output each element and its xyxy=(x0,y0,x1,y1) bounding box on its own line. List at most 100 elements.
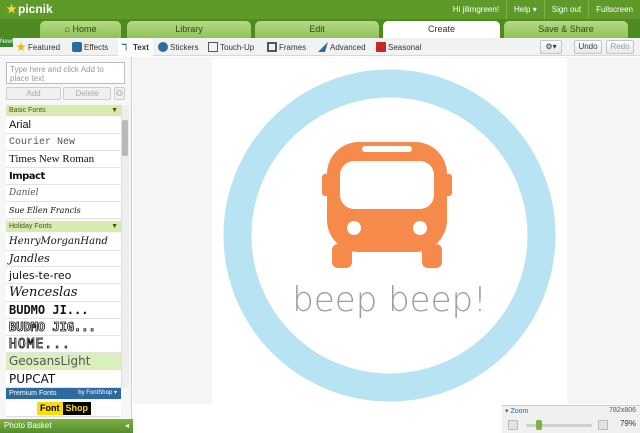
advanced-icon xyxy=(318,42,328,52)
font-item-daniel[interactable]: Daniel xyxy=(6,185,121,202)
font-item-pupcat[interactable]: PUPCAT xyxy=(6,370,121,388)
font-item-jules[interactable]: jules-te-reo xyxy=(6,267,121,284)
fontshop-logo-left: Font xyxy=(37,402,63,415)
font-item-jandles[interactable]: Jandles xyxy=(6,251,121,267)
font-item-arial[interactable]: Arial xyxy=(6,117,121,134)
font-list-scroll-thumb[interactable] xyxy=(122,120,128,156)
tab-save-share-label: Save & Share xyxy=(538,24,594,34)
logo-star-icon xyxy=(6,3,17,14)
delete-text-button[interactable]: Delete xyxy=(63,87,111,100)
picnik-app: picnik Hi jilimgreen! Help ▾ Sign out Fu… xyxy=(0,0,640,433)
logo-text: picnik xyxy=(18,2,53,16)
holiday-fonts-header[interactable]: Holiday Fonts ▼ xyxy=(6,221,121,232)
collapse-arrow-icon: ▼ xyxy=(111,223,118,230)
tab-create-label: Create xyxy=(427,24,455,34)
tab-home[interactable]: ⌂ Home xyxy=(40,21,121,38)
add-text-button[interactable]: Add xyxy=(6,87,61,100)
fontshop-logo: Font Shop xyxy=(37,402,91,415)
zoom-fit-icon[interactable] xyxy=(598,420,608,430)
subtab-frames-label: Frames xyxy=(279,42,307,52)
holiday-fonts-label: Holiday Fonts xyxy=(9,223,52,230)
fullscreen-link[interactable]: Fullscreen xyxy=(588,0,640,19)
undo-button[interactable]: Undo xyxy=(574,40,602,54)
zoom-out-icon[interactable] xyxy=(508,420,518,430)
tab-edit[interactable]: Edit xyxy=(255,21,379,38)
font-item-wenceslas[interactable]: Wenceslas xyxy=(6,284,121,302)
subtab-stickers[interactable]: Stickers xyxy=(158,38,198,56)
subtab-featured[interactable]: Featured xyxy=(16,38,60,56)
stickers-icon xyxy=(158,42,168,52)
font-item-home[interactable]: HOME... xyxy=(6,336,121,353)
fontshop-logo-right: Shop xyxy=(62,402,91,415)
premium-fonts-label: Premium Fonts xyxy=(9,390,57,397)
basic-fonts-header[interactable]: Basic Fonts ▼ xyxy=(6,105,121,116)
zoom-label: ▾ Zoom xyxy=(505,408,529,415)
collapse-arrow-icon: ▼ xyxy=(111,107,118,114)
subtab-advanced-label: Advanced xyxy=(330,42,366,52)
effects-icon xyxy=(72,42,82,52)
photo-basket-bar[interactable]: Photo Basket ◂ xyxy=(0,419,133,433)
photo-canvas-image[interactable]: beep beep! xyxy=(212,58,567,413)
person-icon: ⚇ xyxy=(115,89,124,98)
zoom-slider-handle[interactable] xyxy=(536,420,542,430)
frames-icon xyxy=(267,42,277,52)
subtab-touchup-label: Touch-Up xyxy=(220,42,255,52)
font-item-times[interactable]: Times New Roman xyxy=(6,151,121,168)
zoom-panel: ▾ Zoom 782x806 79% xyxy=(502,405,640,433)
expand-arrow-icon: ◂ xyxy=(124,421,129,430)
user-greeting[interactable]: Hi jilimgreen! xyxy=(446,0,506,19)
premium-fonts-vendor: by FontShop ▾ xyxy=(78,390,117,396)
text-icon: ℸ xyxy=(121,42,128,52)
tab-library-label: Library xyxy=(175,24,203,34)
zoom-percent: 79% xyxy=(619,419,636,428)
subtab-frames[interactable]: Frames xyxy=(267,38,306,56)
home-icon: ⌂ xyxy=(64,24,70,34)
font-item-impact[interactable]: Impact xyxy=(6,168,121,185)
picnik-logo[interactable]: picnik xyxy=(6,2,53,16)
tab-home-label: Home xyxy=(72,24,97,34)
touchup-icon xyxy=(208,42,218,52)
zoom-label-text: Zoom xyxy=(510,408,529,415)
main-tab-bar: ⌂ Home Library Edit Create Save & Share xyxy=(0,19,640,38)
font-item-geosans-light[interactable]: GeosansLight xyxy=(6,353,121,370)
bus-illustration: beep beep! xyxy=(223,69,556,402)
subtab-advanced[interactable]: Advanced xyxy=(318,38,366,56)
star-icon xyxy=(16,42,26,52)
help-menu[interactable]: Help ▾ xyxy=(506,0,544,19)
bus-icon xyxy=(322,142,452,268)
subtab-stickers-label: Stickers xyxy=(170,42,199,52)
photo-basket-label: Photo Basket xyxy=(4,421,52,430)
fontshop-banner[interactable]: Font Shop xyxy=(6,400,121,417)
tab-edit-label: Edit xyxy=(309,24,325,34)
premium-fonts-header[interactable]: Premium Fonts by FontShop ▾ xyxy=(6,388,121,399)
text-options-button[interactable]: ⚇ xyxy=(114,87,125,100)
settings-gear-button[interactable]: ⚙▾ xyxy=(540,40,562,54)
tab-library[interactable]: Library xyxy=(127,21,251,38)
subtab-text[interactable]: ℸ Text xyxy=(118,38,153,56)
top-bar: picnik Hi jilimgreen! Help ▾ Sign out Fu… xyxy=(0,0,640,19)
font-item-budmo-1[interactable]: BUDMO JI... xyxy=(6,302,121,319)
subtab-effects[interactable]: Effects xyxy=(72,38,108,56)
tab-create[interactable]: Create xyxy=(383,21,500,38)
subtab-seasonal-label: Seasonal xyxy=(388,42,422,52)
font-item-budmo-2[interactable]: BUDMO JIG... xyxy=(6,319,121,336)
redo-button[interactable]: Redo xyxy=(606,40,634,54)
subtab-effects-label: Effects xyxy=(84,42,109,52)
seasonal-icon xyxy=(376,42,386,52)
user-menu: Hi jilimgreen! Help ▾ Sign out Fullscree… xyxy=(446,0,640,19)
tab-save-share[interactable]: Save & Share xyxy=(504,21,628,38)
image-dimensions: 782x806 xyxy=(609,407,636,414)
gear-icon: ⚙▾ xyxy=(545,42,557,51)
text-entry-field[interactable]: Type here and click Add to place text xyxy=(6,62,125,84)
canvas-caption-text[interactable]: beep beep! xyxy=(292,280,486,320)
font-item-sue-ellen[interactable]: Sue Ellen Francis xyxy=(6,202,121,219)
subtab-featured-label: Featured xyxy=(28,42,61,52)
font-item-courier[interactable]: Courier New xyxy=(6,134,121,151)
basic-fonts-label: Basic Fonts xyxy=(9,107,46,114)
subtab-text-label: Text xyxy=(133,42,149,52)
subtab-touchup[interactable]: Touch-Up xyxy=(208,38,254,56)
sign-out-link[interactable]: Sign out xyxy=(543,0,588,19)
subtab-seasonal[interactable]: Seasonal xyxy=(376,38,421,56)
font-item-henry-morgan[interactable]: HenryMorganHand xyxy=(6,233,121,251)
new-badge: New! xyxy=(0,38,14,47)
